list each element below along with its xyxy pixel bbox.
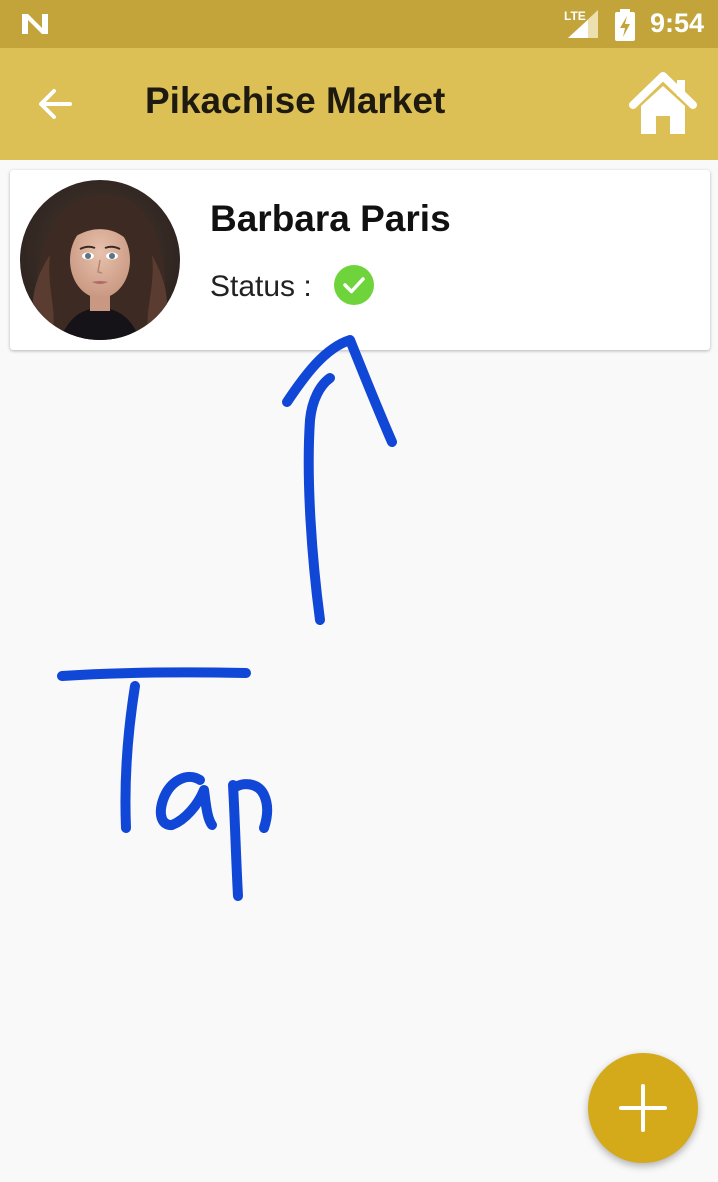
annotation-letter-t-stem [120, 681, 140, 833]
annotation-letter-a [155, 771, 217, 830]
plus-icon [619, 1084, 667, 1132]
add-button[interactable] [588, 1053, 698, 1163]
annotation-arrow-head [282, 335, 397, 447]
annotation-letter-p [228, 779, 273, 901]
hand-drawn-annotation [57, 335, 397, 901]
annotation-arrow-shaft [303, 373, 335, 625]
annotation-letter-t-bar [57, 667, 251, 681]
